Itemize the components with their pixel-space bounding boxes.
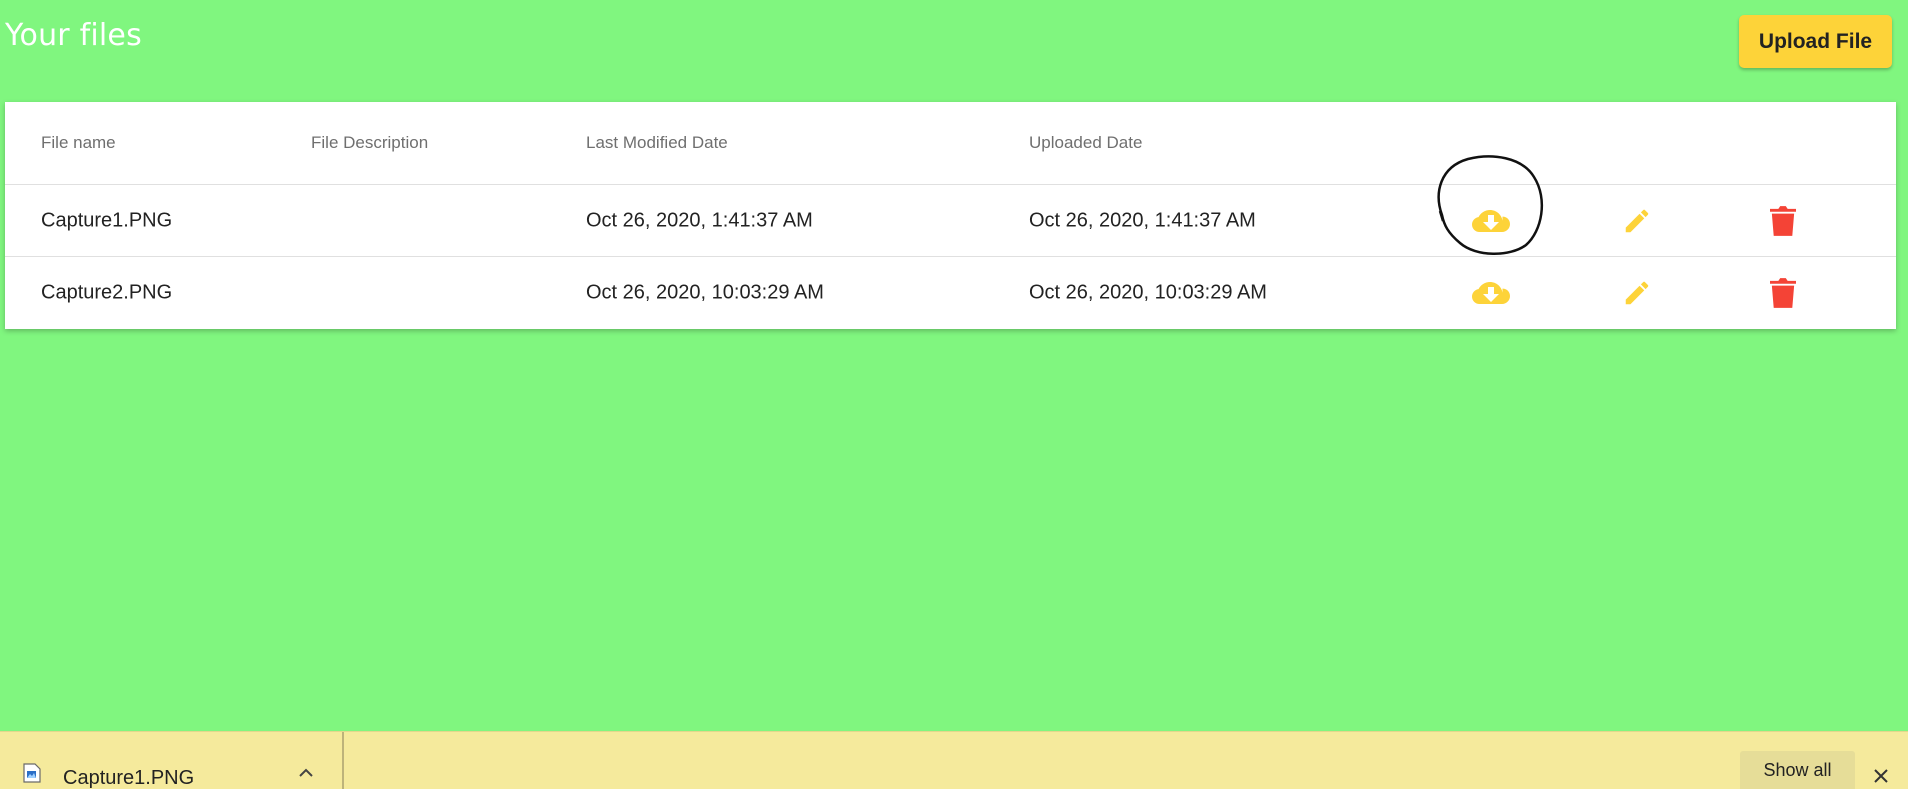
cloud-download-icon[interactable] [1471, 201, 1511, 241]
trash-icon[interactable] [1763, 201, 1803, 241]
table-row: Capture2.PNG Oct 26, 2020, 10:03:29 AM O… [5, 257, 1896, 329]
download-item[interactable]: Capture1.PNG [0, 732, 344, 789]
last-modified-cell: Oct 26, 2020, 10:03:29 AM [586, 281, 824, 304]
download-file-name: Capture1.PNG [63, 767, 195, 789]
show-all-button[interactable]: Show all [1740, 751, 1855, 789]
last-modified-cell: Oct 26, 2020, 1:41:37 AM [586, 209, 813, 231]
cloud-download-icon[interactable] [1471, 273, 1511, 313]
column-header-last-modified: Last Modified Date [586, 133, 728, 152]
close-icon[interactable] [1873, 768, 1889, 789]
pencil-icon[interactable] [1617, 201, 1657, 241]
page-title: Your files [5, 18, 142, 53]
files-table: File name File Description Last Modified… [5, 102, 1896, 329]
trash-icon[interactable] [1763, 273, 1803, 313]
pencil-icon[interactable] [1617, 273, 1657, 313]
table-row: Capture1.PNG Oct 26, 2020, 1:41:37 AM Oc… [5, 185, 1896, 257]
chevron-up-icon[interactable] [298, 766, 314, 784]
column-header-file-name: File name [41, 133, 116, 152]
upload-file-button[interactable]: Upload File [1739, 15, 1892, 68]
uploaded-date-cell: Oct 26, 2020, 1:41:37 AM [1029, 209, 1256, 231]
uploaded-date-cell: Oct 26, 2020, 10:03:29 AM [1029, 281, 1267, 304]
file-name-cell: Capture1.PNG [41, 209, 173, 231]
download-bar: Capture1.PNG Show all [0, 731, 1908, 789]
image-file-icon [23, 763, 41, 788]
table-header-row: File name File Description Last Modified… [5, 102, 1896, 185]
column-header-uploaded: Uploaded Date [1029, 133, 1143, 152]
file-name-cell: Capture2.PNG [41, 281, 173, 304]
column-header-file-description: File Description [311, 133, 429, 152]
